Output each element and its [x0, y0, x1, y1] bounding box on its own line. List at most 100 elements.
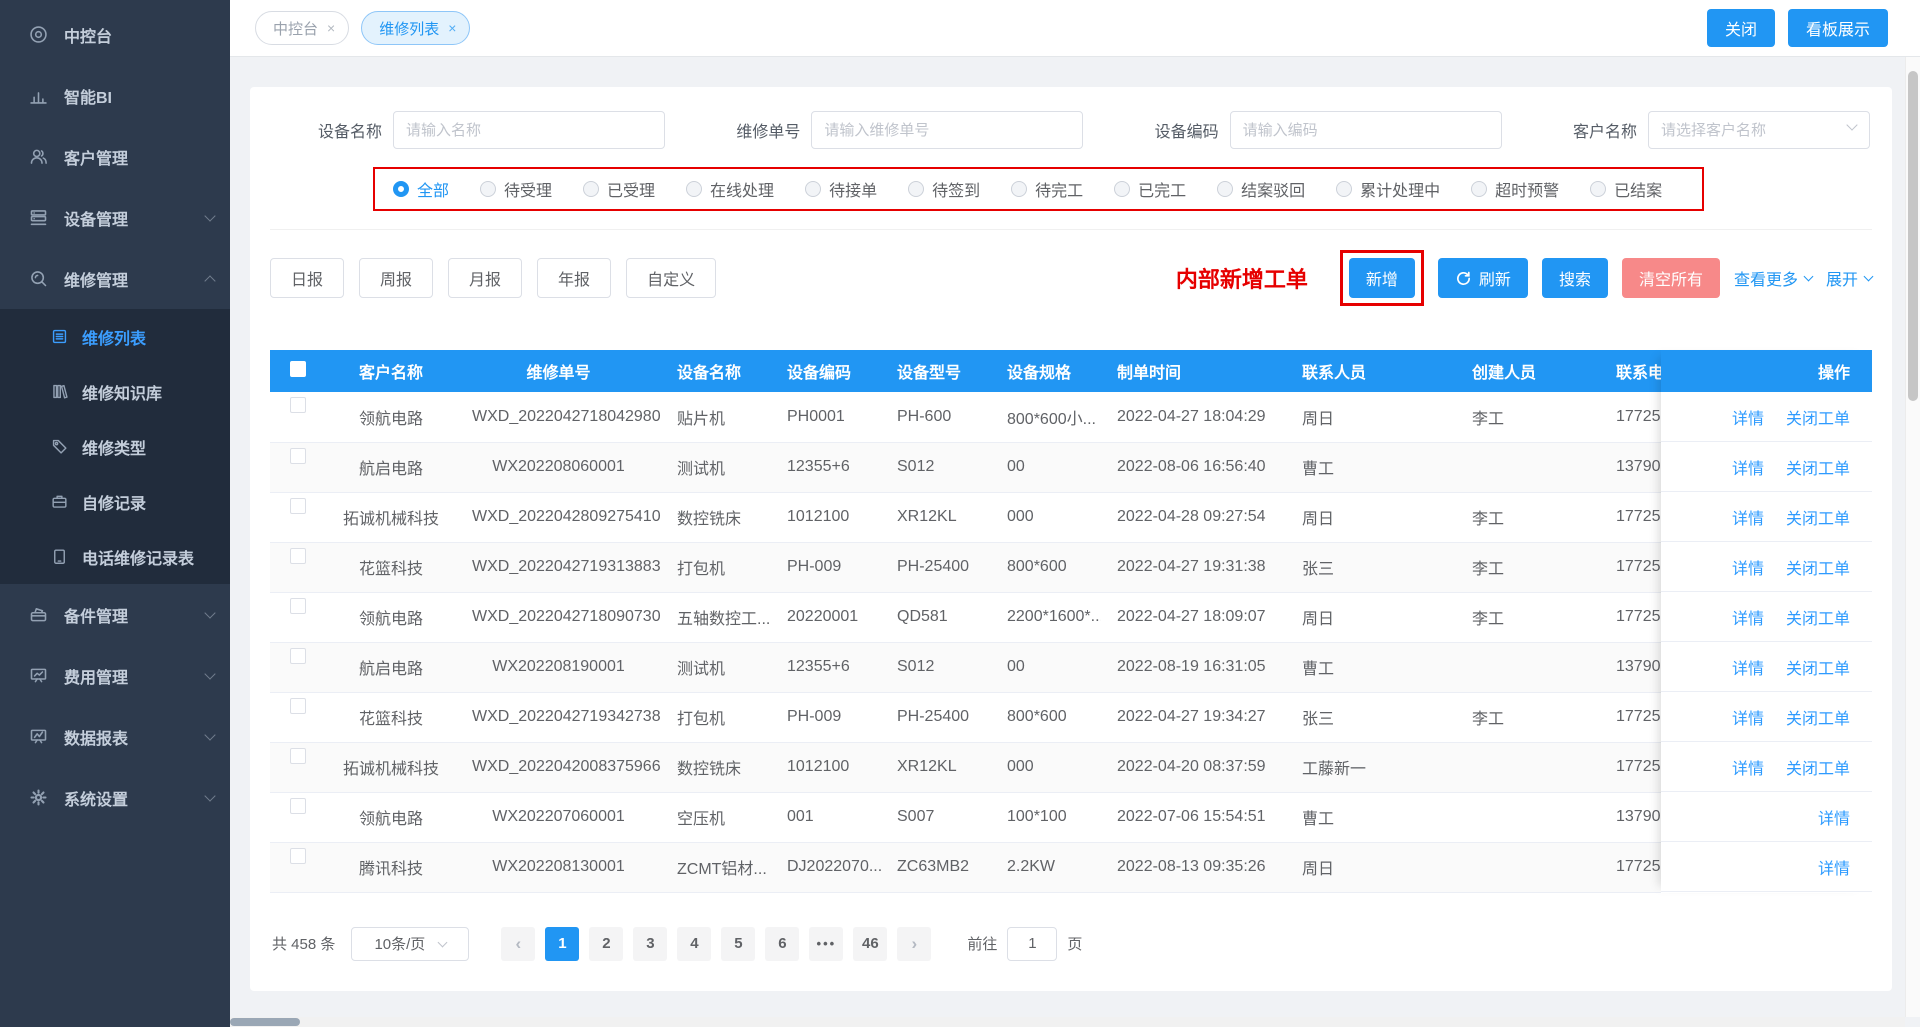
detail-link[interactable]: 详情 — [1732, 605, 1764, 629]
status-radio-10[interactable]: 超时预警 — [1471, 177, 1559, 201]
sidebar-item-devices[interactable]: 设备管理 — [0, 187, 230, 248]
vertical-scrollbar-thumb[interactable] — [1908, 71, 1918, 401]
detail-link[interactable]: 详情 — [1732, 705, 1764, 729]
page-button-2[interactable]: 2 — [589, 927, 623, 961]
detail-link[interactable]: 详情 — [1732, 505, 1764, 529]
report-button-1[interactable]: 周报 — [359, 258, 433, 298]
customer-name-select[interactable] — [1648, 111, 1870, 149]
search-button[interactable]: 搜索 — [1542, 258, 1608, 298]
sidebar-item-repair[interactable]: 维修管理 — [0, 248, 230, 309]
report-button-2[interactable]: 月报 — [448, 258, 522, 298]
sidebar-item-phone-repair-records[interactable]: 电话维修记录表 — [0, 529, 230, 584]
row-checkbox[interactable] — [290, 748, 306, 764]
next-page-button[interactable]: › — [897, 927, 931, 961]
close-order-link[interactable]: 关闭工单 — [1786, 655, 1850, 679]
row-checkbox[interactable] — [290, 798, 306, 814]
close-icon[interactable]: × — [327, 21, 335, 35]
close-button[interactable]: 关闭 — [1707, 9, 1775, 47]
horizontal-scrollbar-thumb[interactable] — [230, 1018, 300, 1026]
page-button-3[interactable]: 3 — [633, 927, 667, 961]
sidebar-item-smart-bi[interactable]: 智能BI — [0, 65, 230, 126]
row-checkbox[interactable] — [290, 548, 306, 564]
row-checkbox[interactable] — [290, 397, 306, 413]
board-display-button[interactable]: 看板展示 — [1788, 9, 1888, 47]
filter-input-0[interactable] — [393, 111, 665, 149]
filter-input-2[interactable] — [1230, 111, 1502, 149]
status-radio-11[interactable]: 已结案 — [1590, 177, 1662, 201]
add-button[interactable]: 新增 — [1349, 258, 1415, 298]
sidebar-item-repair-knowledge[interactable]: 维修知识库 — [0, 364, 230, 419]
filter-section: 设备名称维修单号设备编码客户名称 全部待受理已受理在线处理待接单待签到待完工已完… — [270, 105, 1872, 230]
sidebar-item-self-repair[interactable]: 自修记录 — [0, 474, 230, 529]
tag-icon — [50, 437, 69, 456]
detail-link[interactable]: 详情 — [1818, 855, 1850, 879]
status-radio-9[interactable]: 累计处理中 — [1336, 177, 1440, 201]
sidebar-item-spare-parts[interactable]: 备件管理 — [0, 584, 230, 645]
row-checkbox[interactable] — [290, 598, 306, 614]
report-button-0[interactable]: 日报 — [270, 258, 344, 298]
cell-device_spec: 800*600 — [991, 542, 1101, 592]
filter-input-1[interactable] — [811, 111, 1083, 149]
page-button-1[interactable]: 1 — [545, 927, 579, 961]
row-checkbox[interactable] — [290, 648, 306, 664]
close-order-link[interactable]: 关闭工单 — [1786, 705, 1850, 729]
detail-link[interactable]: 详情 — [1732, 655, 1764, 679]
page-button-46[interactable]: 46 — [853, 927, 887, 961]
view-more-link[interactable]: 查看更多 — [1734, 266, 1812, 290]
status-radio-1[interactable]: 待受理 — [480, 177, 552, 201]
detail-link[interactable]: 详情 — [1732, 755, 1764, 779]
page-size-select[interactable]: 10条/页 — [351, 927, 469, 961]
page-ellipsis[interactable]: ••• — [809, 927, 843, 961]
close-order-link[interactable]: 关闭工单 — [1786, 405, 1850, 429]
content-area: 设备名称维修单号设备编码客户名称 全部待受理已受理在线处理待接单待签到待完工已完… — [230, 57, 1920, 1027]
clear-all-button[interactable]: 清空所有 — [1622, 258, 1720, 298]
status-radio-8[interactable]: 结案驳回 — [1217, 177, 1305, 201]
detail-link[interactable]: 详情 — [1732, 455, 1764, 479]
sidebar-item-customers[interactable]: 客户管理 — [0, 126, 230, 187]
tab-active[interactable]: 维修列表× — [361, 11, 470, 45]
status-radio-3[interactable]: 在线处理 — [686, 177, 774, 201]
prev-page-button[interactable]: ‹ — [501, 927, 535, 961]
row-checkbox[interactable] — [290, 498, 306, 514]
sidebar-item-repair-type[interactable]: 维修类型 — [0, 419, 230, 474]
status-radio-0[interactable]: 全部 — [393, 177, 449, 201]
close-order-link[interactable]: 关闭工单 — [1786, 455, 1850, 479]
goto-page-input[interactable] — [1007, 927, 1057, 961]
select-all-checkbox[interactable] — [290, 361, 306, 377]
page-button-5[interactable]: 5 — [721, 927, 755, 961]
vertical-scrollbar[interactable] — [1905, 57, 1920, 1017]
cell-contact: 曹工 — [1286, 442, 1456, 492]
close-order-link[interactable]: 关闭工单 — [1786, 755, 1850, 779]
row-checkbox[interactable] — [290, 698, 306, 714]
expand-link[interactable]: 展开 — [1826, 266, 1872, 290]
page-button-6[interactable]: 6 — [765, 927, 799, 961]
refresh-icon — [1455, 270, 1472, 287]
status-radio-5[interactable]: 待签到 — [908, 177, 980, 201]
close-order-link[interactable]: 关闭工单 — [1786, 605, 1850, 629]
sidebar-item-data-reports[interactable]: 数据报表 — [0, 706, 230, 767]
close-icon[interactable]: × — [448, 21, 456, 35]
row-checkbox[interactable] — [290, 448, 306, 464]
status-radio-6[interactable]: 待完工 — [1011, 177, 1083, 201]
status-radio-2[interactable]: 已受理 — [583, 177, 655, 201]
detail-link[interactable]: 详情 — [1732, 405, 1764, 429]
close-order-link[interactable]: 关闭工单 — [1786, 555, 1850, 579]
page-button-4[interactable]: 4 — [677, 927, 711, 961]
detail-link[interactable]: 详情 — [1732, 555, 1764, 579]
sidebar-item-fees[interactable]: 费用管理 — [0, 645, 230, 706]
detail-link[interactable]: 详情 — [1818, 805, 1850, 829]
select-input[interactable] — [1648, 111, 1870, 149]
close-order-link[interactable]: 关闭工单 — [1786, 505, 1850, 529]
status-radio-4[interactable]: 待接单 — [805, 177, 877, 201]
row-checkbox[interactable] — [290, 848, 306, 864]
tab-0[interactable]: 中控台× — [255, 11, 349, 45]
horizontal-scrollbar[interactable] — [230, 1017, 1905, 1027]
operation-rows: 详情关闭工单详情关闭工单详情关闭工单详情关闭工单详情关闭工单详情关闭工单详情关闭… — [1661, 392, 1872, 892]
sidebar-item-console[interactable]: 中控台 — [0, 4, 230, 65]
sidebar-item-settings[interactable]: 系统设置 — [0, 767, 230, 828]
sidebar-item-repair-list[interactable]: 维修列表 — [0, 309, 230, 364]
status-radio-7[interactable]: 已完工 — [1114, 177, 1186, 201]
report-button-4[interactable]: 自定义 — [626, 258, 716, 298]
report-button-3[interactable]: 年报 — [537, 258, 611, 298]
refresh-button[interactable]: 刷新 — [1438, 258, 1528, 298]
